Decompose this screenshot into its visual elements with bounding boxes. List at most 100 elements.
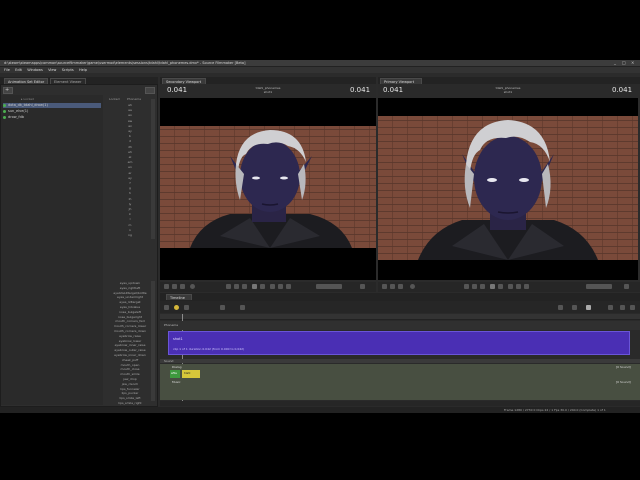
status-text: Frame 1280 / 2730 0 Clips 22 / 1 Fps 30.…	[504, 408, 606, 412]
step-forward-icon[interactable]	[516, 284, 521, 289]
primary-viewport-scene[interactable]	[378, 98, 638, 280]
tab-timeline[interactable]: Timeline	[166, 294, 192, 300]
control-slider-row[interactable]: jaw_clench	[107, 382, 153, 386]
control-slider-row[interactable]: nose_bulgeright	[107, 315, 153, 319]
camera-record-icon[interactable]	[586, 305, 591, 310]
close-icon[interactable]: ×	[631, 60, 634, 66]
control-slider-row[interactable]: lips_pucker	[107, 391, 153, 395]
fast-forward-icon[interactable]	[270, 284, 275, 289]
sound-clip-a[interactable]: wfile	[170, 370, 180, 378]
menu-scripts[interactable]: Scripts	[62, 67, 74, 73]
status-bar: Frame 1280 / 2730 0 Clips 22 / 1 Fps 30.…	[0, 407, 640, 413]
graph-editor-icon[interactable]	[184, 305, 189, 310]
lock-icon[interactable]	[240, 305, 245, 310]
scene-render	[160, 126, 376, 248]
play-icon[interactable]	[252, 284, 257, 289]
rewind-icon[interactable]	[480, 284, 485, 289]
secondary-viewport-scene[interactable]	[160, 98, 376, 280]
maximize-icon[interactable]: □	[622, 60, 626, 66]
time-ruler[interactable]	[160, 314, 640, 320]
menu-help[interactable]: Help	[79, 67, 87, 73]
rewind-icon[interactable]	[242, 284, 247, 289]
play-icon[interactable]	[490, 284, 495, 289]
step-forward-icon[interactable]	[278, 284, 283, 289]
animation-set-editor-panel: + ▸ Locked dota_dk_tdahl_drow(1) sun_elv…	[0, 84, 158, 407]
pause-icon[interactable]	[260, 284, 265, 289]
control-slider-row[interactable]: mouth_open	[107, 363, 153, 367]
control-scrollbar[interactable]	[151, 281, 155, 401]
control-slider-row[interactable]: mouth_corners_lower	[107, 324, 153, 328]
timeline-scrollbar[interactable]	[160, 401, 640, 406]
snap-icon[interactable]	[220, 305, 225, 310]
step-back-icon[interactable]	[234, 284, 239, 289]
shot-clip[interactable]: shot1 clip 1 of 1 duration 0.042 (from 0…	[168, 331, 630, 355]
control-slider-row[interactable]: eyebrow_raise	[107, 334, 153, 338]
pan-icon[interactable]	[398, 284, 403, 289]
crosshair-icon[interactable]	[390, 284, 395, 289]
control-slider-row[interactable]: mouth_corners_fwd	[107, 319, 153, 323]
current-frame-right: 0.041	[350, 86, 371, 94]
control-slider-row[interactable]: jaw_drop	[107, 377, 153, 381]
camera-icon[interactable]	[164, 284, 169, 289]
minimize-icon[interactable]: _	[614, 60, 616, 66]
headphones-icon[interactable]	[572, 305, 577, 310]
skip-back-icon[interactable]	[226, 284, 231, 289]
control-slider-row[interactable]: eyes_undermight	[107, 295, 153, 299]
clip-name: shot1	[173, 337, 183, 341]
control-slider-row[interactable]: cheek_puff	[107, 358, 153, 362]
menu-windows[interactable]: Windows	[27, 67, 43, 73]
control-slider-row[interactable]: mouth_close	[107, 367, 153, 371]
secondary-viewport-header: 0.041 tdahl_phonemes shot1 0.041	[160, 84, 376, 98]
control-slider-row[interactable]: nose_bulgeleft	[107, 310, 153, 314]
playback-speed-dropdown[interactable]	[316, 284, 342, 289]
step-back-icon[interactable]	[472, 284, 477, 289]
control-slider-row[interactable]: eyes_lidtarget	[107, 300, 153, 304]
control-slider-row[interactable]: mouth_corners_down	[107, 329, 153, 333]
current-frame-left: 0.041	[167, 86, 188, 94]
sound-group-header[interactable]: Sound	[160, 359, 640, 363]
timeline-panel: Phoneme shot1 clip 1 of 1 duration 0.042…	[160, 301, 640, 407]
control-slider-row[interactable]: mouth_smile	[107, 372, 153, 376]
skip-forward-icon[interactable]	[286, 284, 291, 289]
clip-detail: clip 1 of 1 duration 0.042 (from 0.000 t…	[173, 347, 245, 351]
timeline-options-icon[interactable]	[630, 305, 635, 310]
timeline-tab-strip: Timeline	[160, 293, 640, 301]
control-slider-row[interactable]: eyebrow_inner_down	[107, 353, 153, 357]
motion-editor-icon[interactable]	[174, 305, 179, 310]
phoneme-track-label: Phoneme	[164, 323, 179, 327]
control-slider-row[interactable]: eyelidsLRtarget/bottle	[107, 291, 153, 295]
control-slider-row[interactable]: lips_smile_right	[107, 401, 153, 405]
crosshair-icon[interactable]	[172, 284, 177, 289]
zoom-icon[interactable]	[558, 305, 563, 310]
pan-icon[interactable]	[180, 284, 185, 289]
fast-forward-icon[interactable]	[508, 284, 513, 289]
clip-editor-icon[interactable]	[164, 305, 169, 310]
camera-icon[interactable]	[382, 284, 387, 289]
record-icon[interactable]	[410, 284, 415, 289]
control-slider-row[interactable]: eyes_rightleft	[107, 286, 153, 290]
current-frame-left: 0.041	[383, 86, 404, 94]
pause-icon[interactable]	[498, 284, 503, 289]
viewport-options-icon[interactable]	[624, 284, 629, 289]
control-slider-row[interactable]: lips_funneler	[107, 387, 153, 391]
viewport-options-icon[interactable]	[360, 284, 365, 289]
playback-speed-dropdown[interactable]	[586, 284, 612, 289]
record-icon[interactable]	[190, 284, 195, 289]
sound-clip-b[interactable]: tdahl	[182, 370, 200, 378]
skip-back-icon[interactable]	[464, 284, 469, 289]
keyframe-next-icon[interactable]	[620, 305, 625, 310]
control-slider-row[interactable]: lips_smile_left	[107, 396, 153, 400]
control-slider-row[interactable]: eyebrow_lower	[107, 339, 153, 343]
control-slider-row[interactable]: eyebrow_outer_raise	[107, 348, 153, 352]
character-render-image	[418, 120, 598, 260]
control-slider-row[interactable]: eyebrow_inner_raise	[107, 343, 153, 347]
phoneme-track-header[interactable]: Phoneme	[160, 321, 640, 330]
control-list: eyes_updown eyes_rightleft eyelidsLRtarget…	[1, 85, 159, 408]
skip-forward-icon[interactable]	[524, 284, 529, 289]
keyframe-prev-icon[interactable]	[608, 305, 613, 310]
control-slider-row[interactable]: eyes_updown	[107, 281, 153, 285]
control-slider-row[interactable]: eyes_lidvalue	[107, 305, 153, 309]
menu-edit[interactable]: Edit	[15, 67, 22, 73]
menu-view[interactable]: View	[48, 67, 56, 73]
menu-file[interactable]: File	[4, 67, 10, 73]
